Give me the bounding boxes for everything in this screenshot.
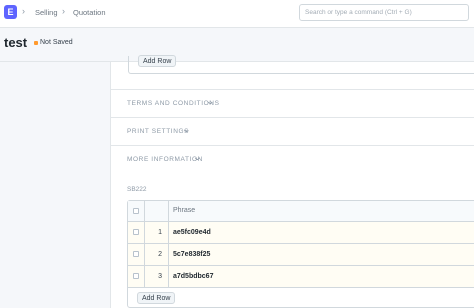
breadcrumb-quotation[interactable]: Quotation (73, 8, 106, 17)
status-badge: Not Saved (40, 39, 73, 46)
section-label: PRINT SETTINGS (127, 128, 190, 135)
search-input[interactable]: Search or type a command (Ctrl + G) (299, 4, 469, 21)
section-terms-and-conditions[interactable]: TERMS AND CONDITIONS ⌄ (111, 89, 474, 117)
table-footer: Add Row (128, 287, 474, 307)
select-all-checkbox[interactable] (133, 208, 139, 214)
table-header: Phrase (128, 201, 474, 221)
table-field-label: SB222 (127, 186, 147, 193)
breadcrumb-selling[interactable]: Selling (35, 8, 58, 17)
child-table: Phrase 1 ae5fc09e4d 2 5c7e838f25 3 a7d5b… (127, 200, 474, 308)
phrase-cell[interactable]: a7d5bdbc67 (173, 273, 213, 280)
phrase-cell[interactable]: 5c7e838f25 (173, 251, 210, 258)
column-header-phrase: Phrase (173, 207, 196, 214)
sidebar (0, 62, 110, 308)
row-checkbox[interactable] (133, 229, 139, 235)
form-body: Add Row TERMS AND CONDITIONS ⌄ PRINT SET… (110, 55, 474, 308)
chevron-down-icon: ⌄ (192, 153, 203, 162)
phrase-cell[interactable]: ae5fc09e4d (173, 229, 211, 236)
table-row[interactable]: 1 ae5fc09e4d (128, 221, 474, 243)
row-checkbox[interactable] (133, 251, 139, 257)
row-checkbox[interactable] (133, 273, 139, 279)
row-index: 2 (158, 251, 162, 258)
section-more-information[interactable]: MORE INFORMATION ⌄ (111, 145, 474, 181)
app-logo[interactable]: E (4, 5, 17, 19)
row-index: 3 (158, 273, 162, 280)
section-label: MORE INFORMATION (127, 156, 203, 163)
status-indicator (34, 41, 38, 45)
page-title: test (4, 35, 28, 50)
navbar: E › Selling › Quotation Search or type a… (0, 0, 474, 28)
chevron-right-icon: › (62, 6, 65, 16)
chevron-down-icon: ⌄ (205, 97, 216, 106)
row-index: 1 (158, 229, 162, 236)
table-row[interactable]: 3 a7d5bdbc67 (128, 265, 474, 287)
chevron-right-icon: › (22, 6, 25, 16)
chevron-down-icon: ⌄ (181, 125, 192, 134)
table-row[interactable]: 2 5c7e838f25 (128, 243, 474, 265)
previous-table-bottom: Add Row (128, 55, 474, 74)
section-print-settings[interactable]: PRINT SETTINGS ⌄ (111, 117, 474, 145)
add-row-button[interactable]: Add Row (137, 292, 176, 304)
add-row-button[interactable]: Add Row (138, 55, 177, 67)
